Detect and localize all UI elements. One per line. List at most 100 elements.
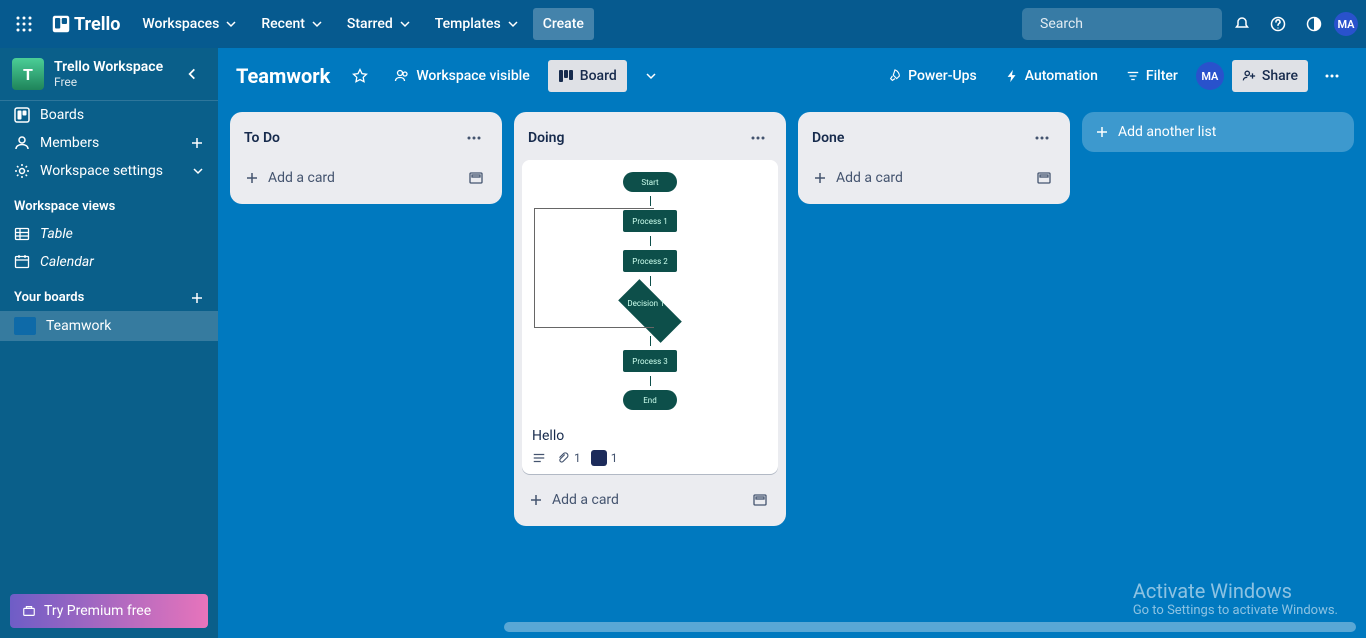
- notifications-icon[interactable]: [1226, 8, 1258, 40]
- apps-grid-icon[interactable]: [8, 8, 40, 40]
- attachment-badge: 1: [556, 451, 581, 465]
- sidebar-view-table[interactable]: Table: [0, 220, 218, 248]
- card-hello[interactable]: Start Process 1 Process 2 Decision 1 Pro…: [522, 160, 778, 474]
- description-icon: [532, 451, 546, 465]
- chevron-down-icon: [507, 18, 519, 30]
- board-icon: [14, 107, 30, 123]
- list-menu-button[interactable]: [460, 124, 488, 152]
- flowchart-start: Start: [623, 172, 677, 192]
- add-list-button[interactable]: Add another list: [1082, 112, 1354, 152]
- logo-text: Trello: [74, 14, 120, 35]
- more-horizontal-icon: [1324, 68, 1340, 84]
- chevron-down-icon: [192, 165, 204, 177]
- chevron-down-icon: [311, 18, 323, 30]
- sidebar-item-boards[interactable]: Boards: [0, 101, 218, 129]
- template-icon[interactable]: [464, 166, 488, 190]
- sidebar: T Trello Workspace Free Boards Members W…: [0, 48, 218, 638]
- list-todo: To Do Add a card: [230, 112, 502, 204]
- workspace-plan: Free: [54, 75, 163, 89]
- nav-workspaces[interactable]: Workspaces: [132, 8, 247, 40]
- powerups-button[interactable]: Power-Ups: [878, 60, 987, 92]
- your-boards-heading: Your boards: [0, 276, 218, 311]
- workspace-views-heading: Workspace views: [0, 185, 218, 220]
- nav-recent[interactable]: Recent: [251, 8, 333, 40]
- board-view-button[interactable]: Board: [548, 60, 627, 92]
- user-avatar[interactable]: MA: [1334, 12, 1358, 36]
- theme-icon[interactable]: [1298, 8, 1330, 40]
- add-board-icon[interactable]: [190, 291, 204, 305]
- list-title[interactable]: Done: [812, 130, 1028, 146]
- search-field[interactable]: [1040, 16, 1218, 32]
- list-done: Done Add a card: [798, 112, 1070, 204]
- list-doing: Doing Start Process 1 Process 2 Decision…: [514, 112, 786, 526]
- table-icon: [14, 226, 30, 242]
- members-icon: [14, 135, 30, 151]
- list-menu-button[interactable]: [1028, 124, 1056, 152]
- plus-icon: [244, 170, 260, 186]
- flowchart-process: Process 3: [623, 350, 677, 372]
- board-title[interactable]: Teamwork: [236, 64, 336, 88]
- filter-icon: [1126, 69, 1140, 83]
- flowchart-end: End: [623, 390, 677, 410]
- share-button[interactable]: Share: [1232, 60, 1308, 92]
- add-card-button[interactable]: Add a card: [522, 482, 778, 518]
- chevron-down-icon: [225, 18, 237, 30]
- rocket-icon: [888, 69, 902, 83]
- trello-logo[interactable]: Trello: [44, 14, 128, 35]
- filter-button[interactable]: Filter: [1116, 60, 1188, 92]
- sidebar-item-settings[interactable]: Workspace settings: [0, 157, 218, 185]
- list-title[interactable]: To Do: [244, 130, 460, 146]
- plus-icon: [1094, 124, 1110, 140]
- add-member-icon[interactable]: [190, 136, 204, 150]
- chevron-down-icon: [399, 18, 411, 30]
- board-icon: [558, 68, 574, 84]
- horizontal-scrollbar[interactable]: [504, 622, 1356, 632]
- visibility-button[interactable]: Workspace visible: [384, 60, 539, 92]
- workspace-badge: T: [12, 58, 44, 90]
- label-chip: [591, 450, 607, 466]
- sidebar-item-members[interactable]: Members: [0, 129, 218, 157]
- chevron-left-icon: [185, 67, 199, 81]
- attachment-icon: [556, 451, 570, 465]
- automation-button[interactable]: Automation: [995, 60, 1108, 92]
- add-card-button[interactable]: Add a card: [238, 160, 494, 196]
- add-card-button[interactable]: Add a card: [806, 160, 1062, 196]
- board-color-chip: [14, 317, 36, 335]
- workspace-name: Trello Workspace: [54, 59, 163, 75]
- create-button[interactable]: Create: [533, 8, 594, 40]
- top-navbar: Trello Workspaces Recent Starred Templat…: [0, 0, 1366, 48]
- try-premium-button[interactable]: Try Premium free: [10, 594, 208, 628]
- sidebar-view-calendar[interactable]: Calendar: [0, 248, 218, 276]
- people-icon: [394, 68, 410, 84]
- bolt-icon: [1005, 69, 1019, 83]
- sidebar-board-teamwork[interactable]: Teamwork: [0, 311, 218, 341]
- card-title: Hello: [532, 428, 768, 444]
- windows-activation-watermark: Activate Windows Go to Settings to activ…: [1133, 579, 1338, 618]
- view-switcher-button[interactable]: [635, 60, 667, 92]
- search-input[interactable]: [1022, 8, 1222, 40]
- sidebar-collapse-button[interactable]: [178, 60, 206, 88]
- star-icon: [352, 68, 368, 84]
- workspace-header: T Trello Workspace Free: [0, 48, 218, 101]
- list-title[interactable]: Doing: [528, 130, 744, 146]
- more-horizontal-icon: [1034, 130, 1050, 146]
- card-cover: Start Process 1 Process 2 Decision 1 Pro…: [522, 160, 778, 420]
- board-header: Teamwork Workspace visible Board Power-U…: [218, 48, 1366, 104]
- gear-icon: [14, 163, 30, 179]
- more-horizontal-icon: [466, 130, 482, 146]
- template-icon[interactable]: [748, 488, 772, 512]
- board-menu-button[interactable]: [1316, 60, 1348, 92]
- calendar-icon: [14, 254, 30, 270]
- premium-icon: [22, 604, 36, 618]
- board-member-avatar[interactable]: MA: [1196, 62, 1224, 90]
- lists-container: To Do Add a card Doing: [218, 104, 1366, 638]
- nav-starred[interactable]: Starred: [337, 8, 421, 40]
- star-board-button[interactable]: [344, 60, 376, 92]
- board-area: Teamwork Workspace visible Board Power-U…: [218, 48, 1366, 638]
- template-icon[interactable]: [1032, 166, 1056, 190]
- list-menu-button[interactable]: [744, 124, 772, 152]
- add-user-icon: [1242, 69, 1256, 83]
- help-icon[interactable]: [1262, 8, 1294, 40]
- nav-templates[interactable]: Templates: [425, 8, 529, 40]
- card-badges: 1 1: [532, 450, 768, 466]
